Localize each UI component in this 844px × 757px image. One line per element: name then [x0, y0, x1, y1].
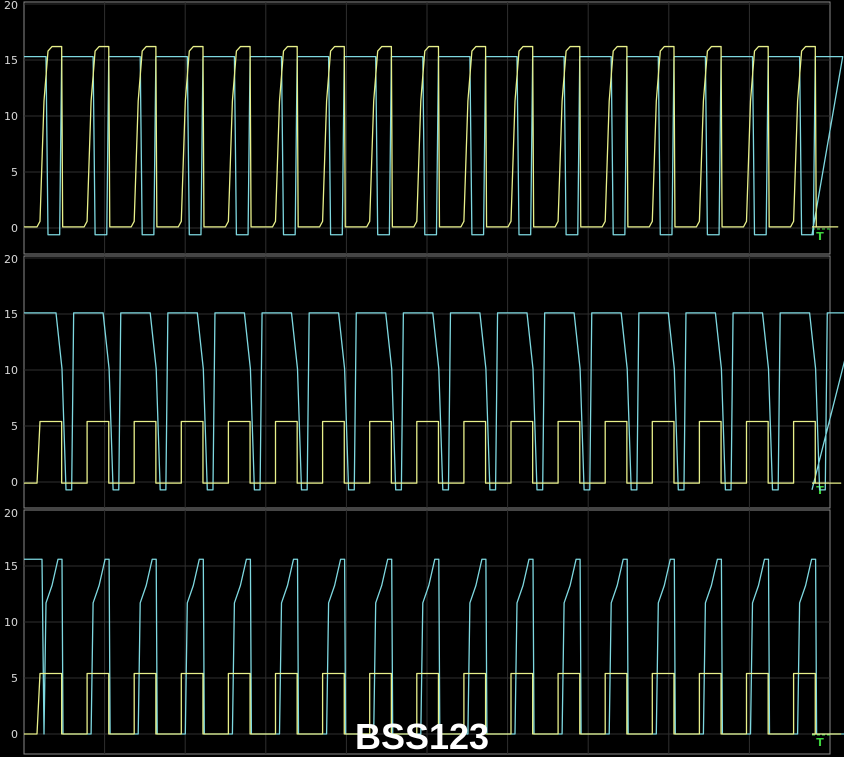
y-tick-label: 0: [11, 476, 18, 489]
y-tick-label: 5: [11, 166, 18, 179]
panel-middle: 0 5 10 15 20 T: [4, 253, 844, 509]
y-tick-label: 20: [4, 0, 18, 12]
y-tick-label: 10: [4, 364, 18, 377]
y-tick-label: 5: [11, 672, 18, 685]
trigger-marker-label: T: [816, 484, 824, 497]
y-tick-label: 10: [4, 616, 18, 629]
panel-top: 0 5 10 15 20 T: [4, 0, 844, 255]
y-tick-label: 0: [11, 222, 18, 235]
trigger-marker-label: T: [816, 230, 824, 243]
y-tick-label: 15: [4, 54, 18, 67]
device-caption: BSS123: [354, 716, 490, 757]
y-tick-label: 5: [11, 420, 18, 433]
y-tick-label: 15: [4, 308, 18, 321]
oscilloscope-display: 0 5 10 15 20 T 0 5 10 15 20 T 0 5 10 15 20 T: [4, 0, 844, 755]
y-tick-label: 20: [4, 507, 18, 520]
y-tick-label: 10: [4, 110, 18, 123]
y-tick-label: 15: [4, 560, 18, 573]
y-tick-label: 20: [4, 253, 18, 266]
